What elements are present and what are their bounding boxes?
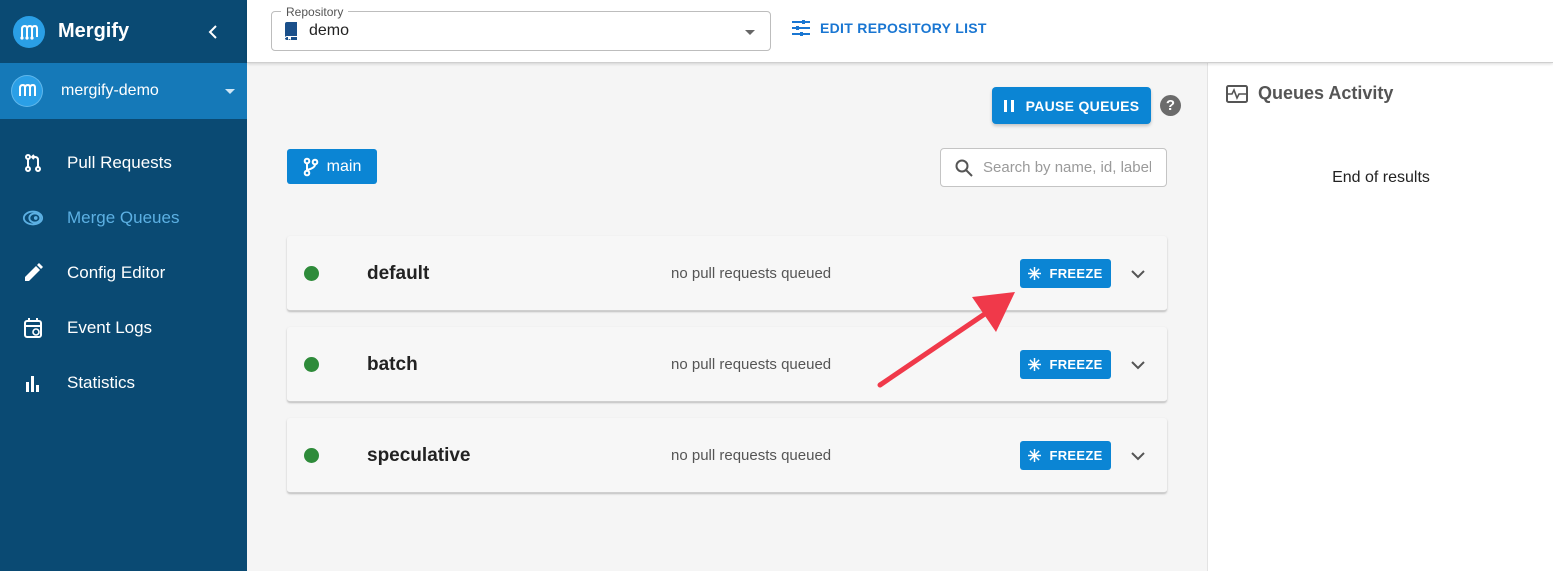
sidebar-item-label: Statistics [67,372,136,392]
freeze-button[interactable]: FREEZE [1020,441,1111,470]
freeze-button[interactable]: FREEZE [1020,259,1111,288]
merge-queues-main: PAUSE QUEUES ? main default no pull requ… [247,63,1207,571]
chevron-down-icon[interactable] [1128,264,1148,284]
search-field[interactable] [940,148,1167,187]
sidebar-item-label: Event Logs [67,317,153,337]
collapse-sidebar-button[interactable] [193,12,233,52]
pull-request-icon [22,152,44,174]
sidebar-item-pull-requests[interactable]: Pull Requests [0,135,247,190]
queue-status-text: no pull requests queued [671,447,832,464]
freeze-label: FREEZE [1049,357,1103,372]
sidebar-item-config-editor[interactable]: Config Editor [0,245,247,300]
queue-name: batch [367,354,418,375]
snowflake-icon [1028,449,1042,462]
sidebar: Mergify mergify-demo Pull Requests Merge… [0,0,247,571]
edit-repository-list-button[interactable]: EDIT REPOSITORY LIST [792,20,987,36]
branch-selector-button[interactable]: main [287,149,377,184]
sidebar-item-label: Config Editor [67,262,166,282]
sidebar-item-event-logs[interactable]: Event Logs [0,300,247,355]
help-icon[interactable]: ? [1160,95,1181,116]
queue-status-text: no pull requests queued [671,356,832,373]
sidebar-item-label: Merge Queues [67,207,180,227]
chevron-down-icon[interactable] [1128,355,1148,375]
queue-status-dot [304,266,319,281]
sidebar-item-label: Pull Requests [67,152,172,172]
snowflake-icon [1028,267,1042,280]
org-name: mergify-demo [61,82,159,99]
pause-queues-button[interactable]: PAUSE QUEUES [992,87,1151,124]
queue-card-batch[interactable]: batch no pull requests queued FREEZE [287,327,1167,402]
mergify-logo-icon [13,15,45,48]
search-input[interactable] [983,159,1151,176]
activity-icon [1226,84,1248,103]
queue-status-dot [304,448,319,463]
queue-card-default[interactable]: default no pull requests queued FREEZE [287,236,1167,311]
queue-card-speculative[interactable]: speculative no pull requests queued FREE… [287,418,1167,493]
edit-repository-list-label: EDIT REPOSITORY LIST [820,20,987,36]
pause-queues-label: PAUSE QUEUES [1025,97,1140,114]
pencil-icon [22,262,44,284]
merge-queue-icon [22,207,44,229]
end-of-results-text: End of results [1332,169,1430,186]
queue-status-dot [304,357,319,372]
snowflake-icon [1028,358,1042,371]
chevron-left-icon [208,24,217,39]
repository-value: demo [309,22,350,39]
caret-down-icon [745,30,755,35]
search-icon [955,159,973,177]
freeze-button[interactable]: FREEZE [1020,350,1111,379]
chevron-down-icon[interactable] [1128,446,1148,466]
queue-name: default [367,263,430,284]
repository-select[interactable]: Repository demo [271,5,771,51]
sidebar-header: Mergify [0,0,247,63]
freeze-label: FREEZE [1049,266,1103,281]
bar-chart-icon [22,372,44,394]
pause-icon [1003,99,1014,112]
sidebar-nav: Pull Requests Merge Queues Config Editor… [0,119,247,410]
freeze-label: FREEZE [1049,448,1103,463]
org-selector[interactable]: mergify-demo [0,63,247,119]
queue-status-text: no pull requests queued [671,265,832,282]
git-branch-icon [303,157,319,177]
top-bar: Repository demo EDIT REPOSITORY LIST [247,0,1553,63]
app-name: Mergify [58,20,130,42]
sidebar-item-merge-queues[interactable]: Merge Queues [0,190,247,245]
calendar-history-icon [22,317,44,339]
repository-book-icon [284,22,298,40]
repository-label: Repository [281,5,349,19]
branch-label: main [326,157,362,175]
queues-activity-panel: Queues Activity End of results [1207,63,1553,571]
queue-name: speculative [367,445,471,466]
caret-down-icon [225,88,235,94]
sidebar-item-statistics[interactable]: Statistics [0,355,247,410]
queues-activity-title: Queues Activity [1258,83,1394,103]
org-avatar [11,75,43,107]
tune-icon [792,20,810,36]
